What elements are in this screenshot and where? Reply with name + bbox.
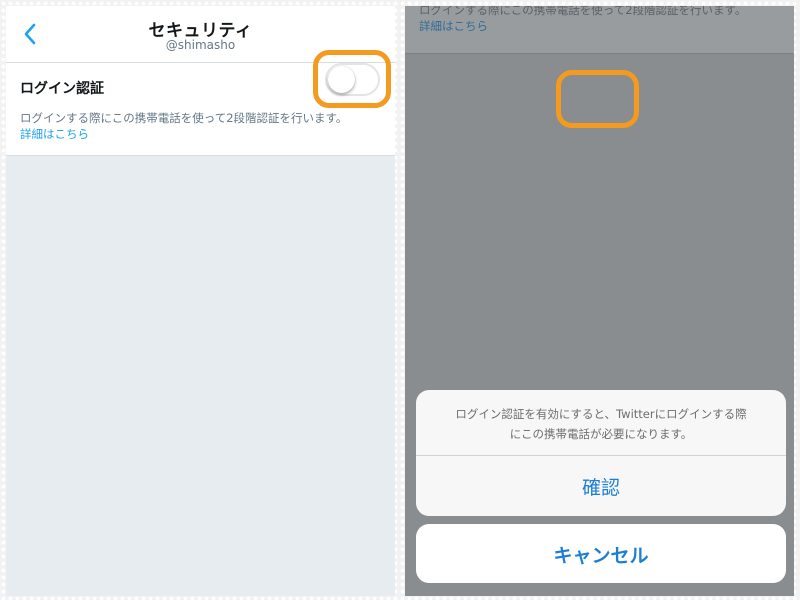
description-text: ログインする際にこの携帯電話を使って2段階認証を行います。 [20, 111, 348, 125]
login-verification-description: ログインする際にこの携帯電話を使って2段階認証を行います。詳細はこちら [20, 110, 355, 142]
security-settings-screen: セキュリティ @shimasho ログイン認証 ログインする際にこの携帯電話を使… [6, 6, 395, 596]
action-sheet-message: ログイン認証を有効にすると、Twitterにログインする際 にこの携帯電話が必要… [416, 404, 786, 444]
confirmation-screen: ログインする際にこの携帯電話を使って2段階認証を行います。 詳細はこちら ログイ… [405, 6, 794, 596]
dimmed-background-content: ログインする際にこの携帯電話を使って2段階認証を行います。 詳細はこちら [405, 6, 794, 54]
toggle-highlight-annotation [313, 50, 391, 108]
confirm-button[interactable]: 確認 [416, 456, 786, 516]
action-sheet-message-line2: にこの携帯電話が必要になります。 [509, 427, 693, 441]
confirm-button-label: 確認 [581, 477, 620, 499]
action-sheet: ログイン認証を有効にすると、Twitterにログインする際 にこの携帯電話が必要… [416, 390, 786, 516]
confirm-highlight-annotation [556, 70, 639, 128]
dimmed-description-text: ログインする際にこの携帯電話を使って2段階認証を行います。 [419, 6, 747, 17]
action-sheet-message-line1: ログイン認証を有効にすると、Twitterにログインする際 [455, 407, 747, 421]
login-verification-label: ログイン認証 [20, 81, 104, 97]
cancel-button-label: キャンセル [553, 545, 649, 567]
dimmed-description: ログインする際にこの携帯電話を使って2段階認証を行います。 詳細はこちら [419, 6, 789, 34]
cancel-button[interactable]: キャンセル [416, 524, 786, 583]
learn-more-link[interactable]: 詳細はこちら [20, 127, 89, 141]
dimmed-learn-more-link: 詳細はこちら [419, 19, 488, 33]
